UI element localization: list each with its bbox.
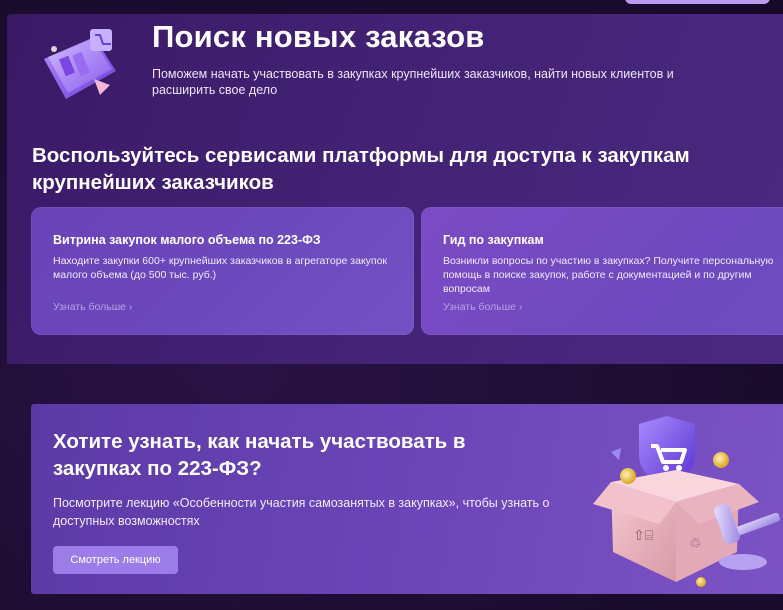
lecture-banner: Хотите узнать, как начать участвовать в … [31,404,783,594]
svg-text:♲: ♲ [689,536,702,552]
svg-text:⇧⌸: ⇧⌸ [633,528,653,544]
lecture-title: Хотите узнать, как начать участвовать в … [53,430,466,480]
services-heading: Воспользуйтесь сервисами платформы для д… [32,144,690,194]
hero-section: Поиск новых заказов Поможем начать участ… [7,14,783,364]
learn-more-link[interactable]: Узнать больше › [443,301,522,313]
hero-title: Поиск новых заказов [152,19,485,54]
learn-more-link[interactable]: Узнать больше › [53,301,132,313]
card-text: Возникли вопросы по участию в закупках? … [443,255,774,295]
card-title: Витрина закупок малого объема по 223-ФЗ [53,233,321,247]
watch-lecture-button[interactable]: Смотреть лекцию [53,546,178,574]
purchase-window-illustration-icon [44,29,116,99]
hero-subtitle: Поможем начать участвовать в закупках кр… [152,67,674,97]
shopping-box-gavel-illustration-icon: ⇧⌸ ♲ [593,416,781,587]
card-text: Находите закупки 600+ крупнейших заказчи… [53,255,388,281]
service-card-showcase[interactable]: Витрина закупок малого объема по 223-ФЗ … [31,207,414,335]
service-card-guide[interactable]: Гид по закупкам Возникли вопросы по учас… [421,207,783,335]
top-pill-button[interactable] [625,0,770,4]
page: Поиск новых заказов Поможем начать участ… [0,0,783,610]
lecture-text: Посмотрите лекцию «Особенности участия с… [53,496,550,528]
card-title: Гид по закупкам [443,233,544,247]
